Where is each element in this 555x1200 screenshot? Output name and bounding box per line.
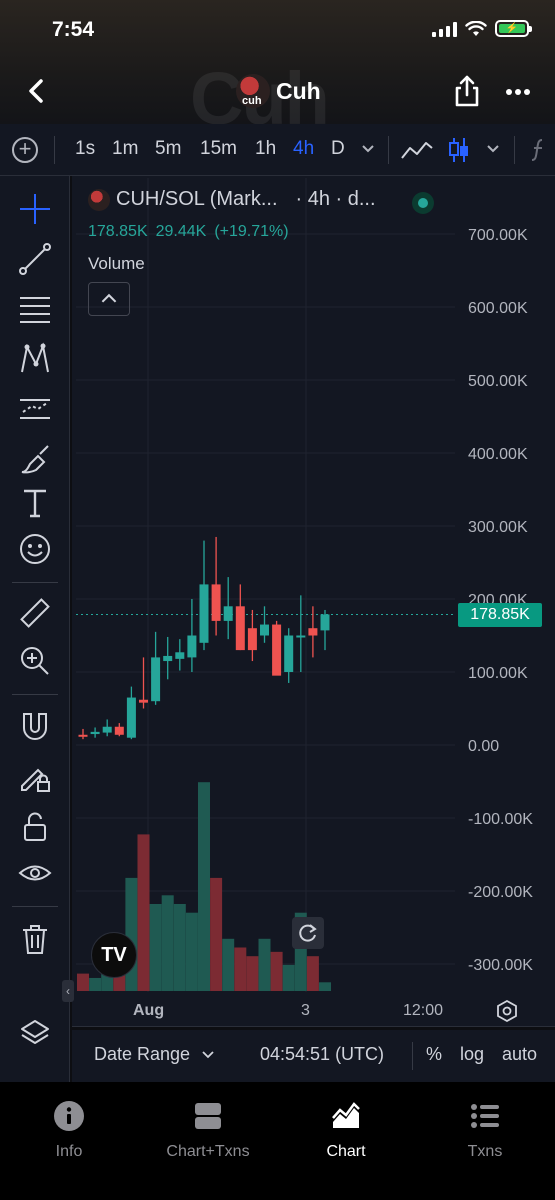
volume-bar (258, 938, 271, 991)
last-price-badge: 178.85K (458, 603, 542, 627)
volume-bar (246, 956, 259, 991)
volume-bar (77, 973, 89, 991)
volume-bar (282, 964, 295, 991)
volume-bar (222, 938, 235, 991)
info-icon (54, 1101, 84, 1131)
price-axis-label: 300.00K (468, 519, 528, 536)
date-range-button[interactable]: Date Range (94, 1044, 190, 1065)
candle-body (175, 652, 185, 659)
log-scale-toggle[interactable]: log (460, 1044, 484, 1065)
time-axis-label-1200: 12:00 (403, 1002, 444, 1019)
legend-values: 178.85K 29.44K (+19.71%) (88, 223, 289, 241)
candle-body (308, 628, 318, 636)
volume-bar (306, 956, 319, 991)
volume-bar (161, 895, 174, 991)
candle-body (223, 606, 233, 621)
volume-bar (173, 904, 186, 991)
price-axis-label: -300.00K (468, 957, 533, 974)
tab-label: Chart+Txns (166, 1143, 250, 1160)
candle-body (296, 635, 306, 638)
volume-bar (210, 877, 223, 991)
volume-bar (319, 982, 331, 991)
candle-body (199, 584, 209, 643)
volume-bar (185, 912, 198, 991)
tab-chart[interactable]: Chart (277, 1100, 415, 1161)
chevron-down-icon[interactable] (202, 1050, 214, 1060)
auto-scale-toggle[interactable]: auto (502, 1044, 537, 1065)
price-axis-label: -200.00K (468, 884, 533, 901)
token-avatar-small (88, 188, 110, 211)
list-icon (471, 1104, 499, 1128)
candle-body (284, 635, 294, 672)
chart-icon (332, 1102, 360, 1128)
price-axis-label: 700.00K (468, 227, 528, 244)
candle-body (102, 726, 112, 733)
tab-label: Chart (326, 1143, 366, 1160)
candle-body (126, 697, 136, 738)
candle-body (163, 655, 173, 662)
chart-bottom-controls: Date Range 04:54:51 (UTC) % log auto (72, 1030, 555, 1082)
reset-chart-button[interactable] (292, 917, 324, 949)
tradingview-logo[interactable]: TV (91, 932, 137, 978)
volume-bar (149, 904, 162, 991)
candle-body (90, 731, 100, 735)
volume-bar (270, 951, 283, 991)
volume-bar (234, 947, 247, 991)
tab-chart-txns[interactable]: Chart+Txns (139, 1100, 277, 1161)
legend-change: 29.44K (155, 223, 207, 240)
legend-symbol: CUH/SOL (Mark... (116, 188, 278, 210)
tab-label: Info (55, 1143, 83, 1160)
volume-bar (89, 977, 102, 991)
candle-body (235, 606, 245, 651)
percent-scale-toggle[interactable]: % (426, 1044, 442, 1065)
divider (412, 1042, 413, 1070)
price-axis-label: 600.00K (468, 300, 528, 317)
chart-settings-icon[interactable] (496, 1000, 518, 1022)
price-chart[interactable]: 700.00K600.00K500.00K400.00K300.00K200.0… (0, 0, 555, 1030)
pane-expand-button[interactable]: ‹ (62, 980, 74, 1002)
time-axis-label-3: 3 (301, 1002, 310, 1019)
split-view-icon (195, 1103, 221, 1129)
tab-info[interactable]: Info (0, 1100, 138, 1161)
volume-label[interactable]: Volume (88, 254, 145, 274)
chart-legend: CUH/SOL (Mark... · 4h · d... (88, 188, 376, 211)
price-axis-label: 400.00K (468, 446, 528, 463)
candle-body (151, 657, 161, 702)
tab-txns[interactable]: Txns (416, 1100, 554, 1161)
utc-clock[interactable]: 04:54:51 (UTC) (260, 1044, 384, 1065)
volume-bar (137, 834, 150, 991)
candle-body (320, 614, 330, 631)
pane-divider (72, 1026, 555, 1027)
candle-body (247, 628, 257, 651)
candle-body (114, 726, 124, 735)
candle-body (187, 635, 197, 658)
candle-body (272, 624, 282, 676)
price-axis-label: -100.00K (468, 811, 533, 828)
candle-body (260, 624, 269, 636)
volume-bar (198, 782, 210, 991)
price-axis-label: 500.00K (468, 373, 528, 390)
candle-body (78, 734, 88, 737)
market-status-indicator (412, 192, 434, 214)
legend-price: 178.85K (88, 223, 148, 240)
time-axis-label-aug: Aug (133, 1002, 165, 1019)
legend-interval: · 4h · d... (295, 188, 376, 210)
bottom-tab-bar: Info Chart+Txns Chart Txns (0, 1082, 555, 1200)
candle-body (211, 584, 221, 621)
price-axis-label: 0.00 (468, 738, 499, 755)
volume-bar (125, 877, 138, 991)
legend-change-pct: (+19.71%) (214, 223, 289, 240)
price-axis-label: 100.00K (468, 665, 528, 682)
candle-body (139, 699, 148, 703)
tab-label: Txns (467, 1143, 503, 1160)
collapse-legend-button[interactable] (88, 282, 130, 316)
